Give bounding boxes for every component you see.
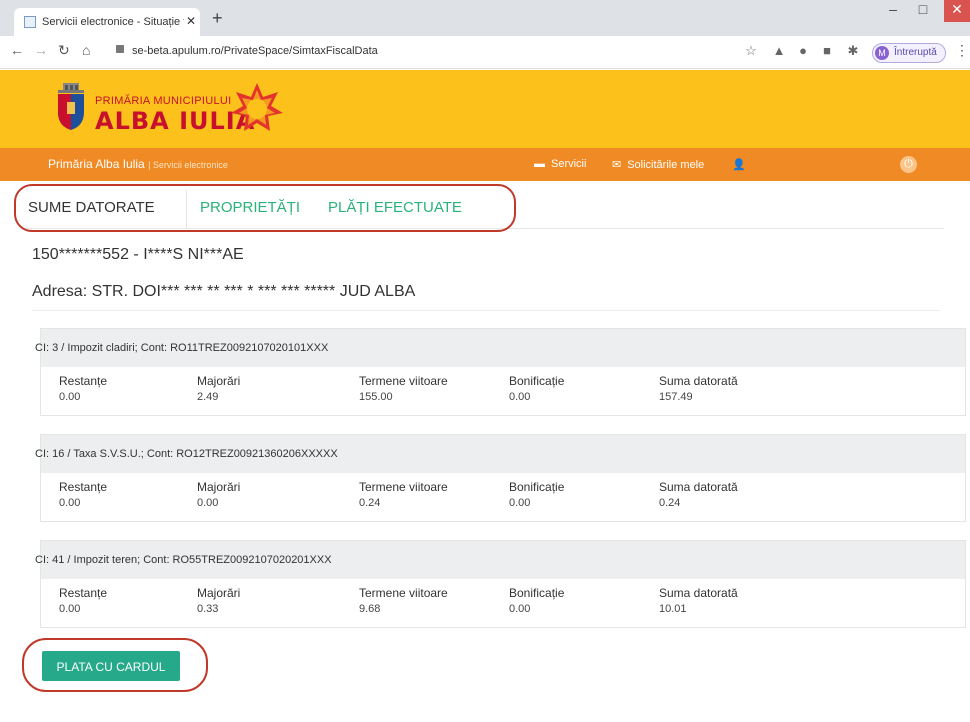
brand-name: Primăria Alba Iulia	[48, 157, 145, 171]
taxpayer-id: 150*******552 - I****S NI***AE	[32, 246, 244, 263]
site-brand-link[interactable]: Primăria Alba Iulia | Servicii electroni…	[48, 157, 228, 171]
suma-value: 157.49	[659, 391, 693, 403]
url-field[interactable]: se-beta.apulum.ro/PrivateSpace/SimtaxFis…	[112, 40, 672, 62]
avatar: M	[875, 46, 889, 60]
tax-card-title: CI: 41 / Impozit teren; Cont: RO55TREZ00…	[35, 554, 332, 566]
nav-solicitari[interactable]: ✉ Solicitările mele	[612, 158, 704, 171]
majorari-value: 2.49	[197, 391, 219, 403]
site-navbar: Primăria Alba Iulia | Servicii electroni…	[0, 148, 970, 181]
termene-value: 0.24	[359, 497, 381, 509]
browser-menu-icon[interactable]: ⋮	[955, 42, 969, 59]
user-icon[interactable]: 👤	[732, 158, 746, 171]
new-tab-icon[interactable]: +	[212, 9, 223, 27]
majorari-value: 0.00	[197, 497, 219, 509]
bookmark-star-icon[interactable]: ☆	[744, 44, 758, 58]
suma-value: 10.01	[659, 603, 687, 615]
col-bonificatie-label: Bonificație	[509, 374, 565, 388]
url-text: se-beta.apulum.ro/PrivateSpace/SimtaxFis…	[132, 45, 378, 57]
folder-icon: ▬	[534, 158, 545, 170]
tax-card: CI: 3 / Impozit cladiri; Cont: RO11TREZ0…	[35, 328, 966, 416]
nav-solicitari-label: Solicitările mele	[627, 159, 705, 171]
extensions-puzzle-icon[interactable]: ✱	[846, 44, 860, 58]
coat-of-arms-icon	[58, 83, 84, 130]
tax-card-header: CI: 41 / Impozit teren; Cont: RO55TREZ00…	[35, 541, 965, 579]
profile-button[interactable]: M Întreruptă	[872, 43, 946, 63]
back-icon[interactable]: ←	[10, 42, 24, 58]
extension-icon[interactable]: ●	[796, 44, 810, 58]
col-termene-label: Termene viitoare	[359, 480, 448, 494]
col-restante-label: Restanțe	[59, 586, 108, 600]
col-bonificatie-label: Bonificație	[509, 586, 565, 600]
tax-card: CI: 16 / Taxa S.V.S.U.; Cont: RO12TREZ00…	[35, 434, 966, 522]
envelope-icon: ✉	[612, 159, 622, 171]
col-suma-label: Suma datorată	[659, 374, 738, 388]
city-star-logo-icon	[231, 83, 283, 131]
col-restante-label: Restanțe	[59, 480, 108, 494]
col-majorari-label: Majorări	[197, 586, 241, 600]
col-restante-label: Restanțe	[59, 374, 108, 388]
forward-icon[interactable]: →	[34, 42, 48, 58]
majorari-value: 0.33	[197, 603, 219, 615]
browser-tab-strip: Servicii electronice - Situație fisca ✕ …	[0, 0, 970, 36]
annotation-circle-pay	[22, 638, 208, 692]
reload-icon[interactable]: ↻	[58, 42, 70, 59]
nav-servicii-label: Servicii	[551, 158, 587, 170]
col-bonificatie-label: Bonificație	[509, 480, 565, 494]
col-suma-label: Suma datorată	[659, 480, 738, 494]
window-close-icon[interactable]: ✕	[944, 0, 970, 22]
col-majorari-label: Majorări	[197, 374, 241, 388]
page-favicon-icon	[24, 16, 36, 28]
bonificatie-value: 0.00	[509, 603, 531, 615]
extension-icon[interactable]: ▲	[772, 44, 786, 58]
logout-icon[interactable]: ⏻	[900, 156, 917, 173]
bonificatie-value: 0.00	[509, 391, 531, 403]
suma-value: 0.24	[659, 497, 681, 509]
tab-title: Servicii electronice - Situație fisca	[42, 16, 184, 28]
taxpayer-address: Adresa: STR. DOI*** *** ** *** * *** ***…	[32, 283, 416, 300]
home-icon[interactable]: ⌂	[82, 42, 90, 58]
profile-status: Întreruptă	[894, 47, 937, 58]
tax-card-title: CI: 3 / Impozit cladiri; Cont: RO11TREZ0…	[35, 342, 329, 354]
brand-subtitle: | Servicii electronice	[148, 160, 228, 170]
logo-subtitle: PRIMĂRIA MUNICIPIULUI	[95, 95, 232, 107]
maximize-icon[interactable]: □	[910, 0, 936, 22]
tax-card-header: CI: 3 / Impozit cladiri; Cont: RO11TREZ0…	[35, 329, 965, 367]
bonificatie-value: 0.00	[509, 497, 531, 509]
site-header: PRIMĂRIA MUNICIPIULUI ALBA IULIA	[0, 70, 970, 148]
address-bar-row: ← → ↻ ⌂ se-beta.apulum.ro/PrivateSpace/S…	[0, 36, 970, 69]
restante-value: 0.00	[59, 603, 81, 615]
col-termene-label: Termene viitoare	[359, 374, 448, 388]
browser-tab[interactable]: Servicii electronice - Situație fisca ✕	[14, 8, 200, 36]
restante-value: 0.00	[59, 497, 81, 509]
col-termene-label: Termene viitoare	[359, 586, 448, 600]
tax-card: CI: 41 / Impozit teren; Cont: RO55TREZ00…	[35, 540, 966, 628]
lock-icon	[116, 45, 124, 53]
tax-card-header: CI: 16 / Taxa S.V.S.U.; Cont: RO12TREZ00…	[35, 435, 965, 473]
col-suma-label: Suma datorată	[659, 586, 738, 600]
minimize-icon[interactable]: –	[880, 0, 906, 22]
divider	[32, 310, 940, 311]
restante-value: 0.00	[59, 391, 81, 403]
col-majorari-label: Majorări	[197, 480, 241, 494]
termene-value: 155.00	[359, 391, 393, 403]
tax-card-title: CI: 16 / Taxa S.V.S.U.; Cont: RO12TREZ00…	[35, 448, 338, 460]
annotation-circle-tabs	[14, 184, 516, 232]
extension-icon[interactable]: ■	[820, 44, 834, 58]
nav-servicii[interactable]: ▬ Servicii	[534, 158, 586, 170]
termene-value: 9.68	[359, 603, 381, 615]
close-tab-icon[interactable]: ✕	[186, 14, 196, 28]
